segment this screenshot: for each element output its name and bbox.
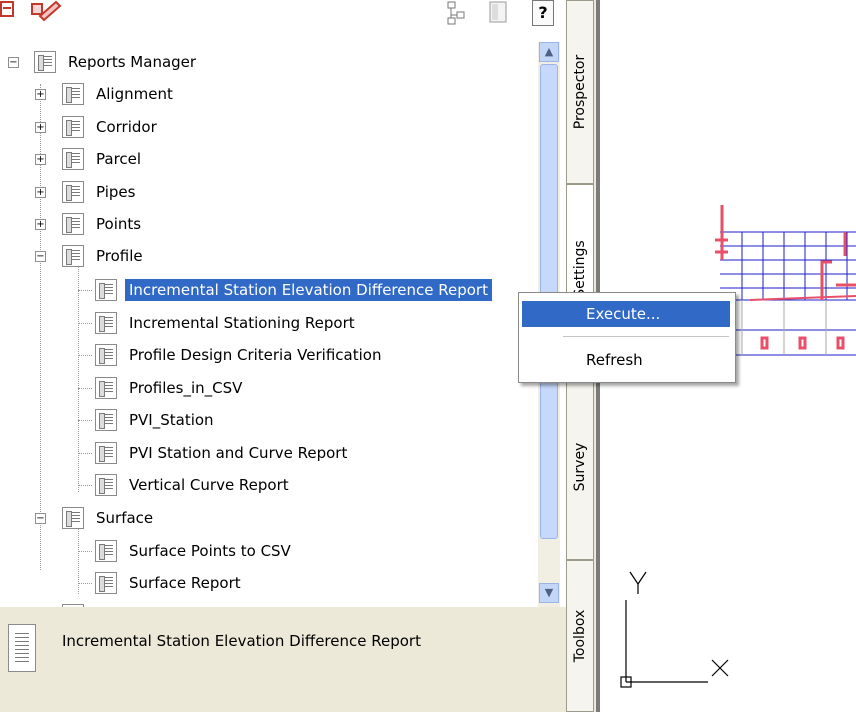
report-folder-icon (62, 148, 84, 170)
collapse-icon[interactable]: − (8, 57, 19, 68)
tab-label: Survey (572, 442, 588, 492)
panel-toolbar: ? (0, 0, 566, 42)
tree-item-report[interactable]: PVI Station and Curve Report (95, 437, 351, 469)
tree-item-report[interactable]: Incremental Stationing Report (95, 307, 359, 339)
tab-toolbox[interactable]: Toolbox (566, 560, 594, 712)
tab-prospector[interactable]: Prospector (566, 0, 594, 184)
report-icon (95, 409, 117, 431)
list-view-icon[interactable] (488, 0, 508, 24)
item-info-panel: Incremental Station Elevation Difference… (0, 607, 566, 712)
menu-separator (563, 336, 729, 337)
tree-node-label: Alignment (96, 85, 173, 103)
report-folder-icon (62, 83, 84, 105)
edit-report-icon[interactable] (28, 0, 62, 24)
reports-tree: − Reports Manager + Alignment + Corridor… (0, 42, 538, 607)
context-menu: Execute... Refresh (518, 292, 736, 383)
report-large-icon (8, 624, 36, 672)
tree-connector (78, 528, 79, 594)
tree-connector (78, 323, 92, 324)
expand-icon[interactable]: + (35, 219, 46, 230)
expand-icon[interactable]: + (35, 122, 46, 133)
report-icon (95, 279, 117, 301)
report-folder-icon (62, 507, 84, 529)
tree-item-report[interactable]: Profiles_in_CSV (95, 372, 246, 404)
tree-item-label: Profile Design Criteria Verification (129, 346, 382, 364)
ucs-icon (620, 571, 729, 688)
scroll-down-arrow-icon[interactable]: ▼ (539, 583, 559, 603)
expand-icon[interactable]: + (35, 89, 46, 100)
tree-connector (78, 583, 92, 584)
report-folder-icon (62, 213, 84, 235)
folder-report-icon[interactable] (0, 0, 24, 24)
tree-item-report[interactable]: Surface Report (95, 567, 245, 599)
tree-node-label: Profile (96, 247, 143, 265)
tree-view-icon[interactable] (446, 0, 468, 26)
item-description: Incremental Station Elevation Difference… (62, 632, 421, 650)
report-folder-icon (62, 181, 84, 203)
tree-node-label: Reports Manager (68, 53, 197, 71)
tree-node-partial (62, 599, 92, 607)
report-icon (95, 540, 117, 562)
report-folder-icon (62, 245, 84, 267)
tab-label: Toolbox (572, 609, 588, 663)
tree-item-report[interactable]: PVI_Station (95, 404, 218, 436)
report-folder-icon (34, 51, 56, 73)
tree-item-report[interactable]: Vertical Curve Report (95, 469, 293, 501)
tree-node-surface[interactable]: − Surface (35, 502, 157, 534)
tree-connector (78, 264, 79, 492)
tree-node-label: Parcel (96, 150, 142, 168)
collapse-icon[interactable]: − (35, 513, 46, 524)
report-folder-icon (62, 116, 84, 138)
expand-icon[interactable]: + (35, 154, 46, 165)
report-icon (95, 442, 117, 464)
menu-item-refresh[interactable]: Refresh (522, 347, 730, 373)
tree-node-pipes[interactable]: + Pipes (35, 176, 139, 208)
tree-item-label: Vertical Curve Report (129, 476, 289, 494)
menu-item-execute[interactable]: Execute... (522, 301, 730, 327)
tree-connector (78, 551, 92, 552)
tab-label: Settings (572, 240, 588, 298)
tree-node-alignment[interactable]: + Alignment (35, 78, 177, 110)
tree-connector (78, 355, 92, 356)
help-button[interactable]: ? (532, 0, 554, 26)
tree-connector (78, 290, 92, 291)
tree-item-report[interactable]: Incremental Station Elevation Difference… (95, 274, 492, 306)
report-icon (95, 572, 117, 594)
tree-node-points[interactable]: + Points (35, 208, 145, 240)
tree-node-label: Corridor (96, 118, 157, 136)
tree-item-label: Incremental Station Elevation Difference… (125, 279, 492, 301)
tree-item-label: Surface Report (129, 574, 241, 592)
tree-item-label: Profiles_in_CSV (129, 379, 243, 397)
report-icon (95, 474, 117, 496)
tree-connector (78, 388, 92, 389)
tab-survey[interactable]: Survey (566, 374, 594, 560)
tree-item-label: PVI Station and Curve Report (129, 444, 348, 462)
tree-node-label: Pipes (96, 183, 136, 201)
tree-connector (78, 420, 92, 421)
scroll-up-arrow-icon[interactable]: ▲ (539, 42, 559, 62)
tree-item-label: Surface Points to CSV (129, 542, 291, 560)
collapse-icon[interactable]: − (35, 251, 46, 262)
tree-node-reports-manager[interactable]: − Reports Manager (8, 46, 200, 78)
tree-node-label: Surface (96, 509, 154, 527)
report-icon (95, 312, 117, 334)
report-icon (95, 377, 117, 399)
tab-label: Prospector (572, 54, 588, 130)
tree-node-profile[interactable]: − Profile (35, 240, 147, 272)
tree-connector (78, 453, 92, 454)
tree-node-label: Points (96, 215, 142, 233)
tree-item-label: PVI_Station (129, 411, 214, 429)
tree-connector (78, 485, 92, 486)
tree-item-report[interactable]: Profile Design Criteria Verification (95, 339, 385, 371)
report-icon (95, 344, 117, 366)
tree-item-label: Incremental Stationing Report (129, 314, 355, 332)
tree-node-parcel[interactable]: + Parcel (35, 143, 145, 175)
tree-item-report[interactable]: Surface Points to CSV (95, 535, 295, 567)
tree-node-corridor[interactable]: + Corridor (35, 111, 161, 143)
expand-icon[interactable]: + (35, 187, 46, 198)
